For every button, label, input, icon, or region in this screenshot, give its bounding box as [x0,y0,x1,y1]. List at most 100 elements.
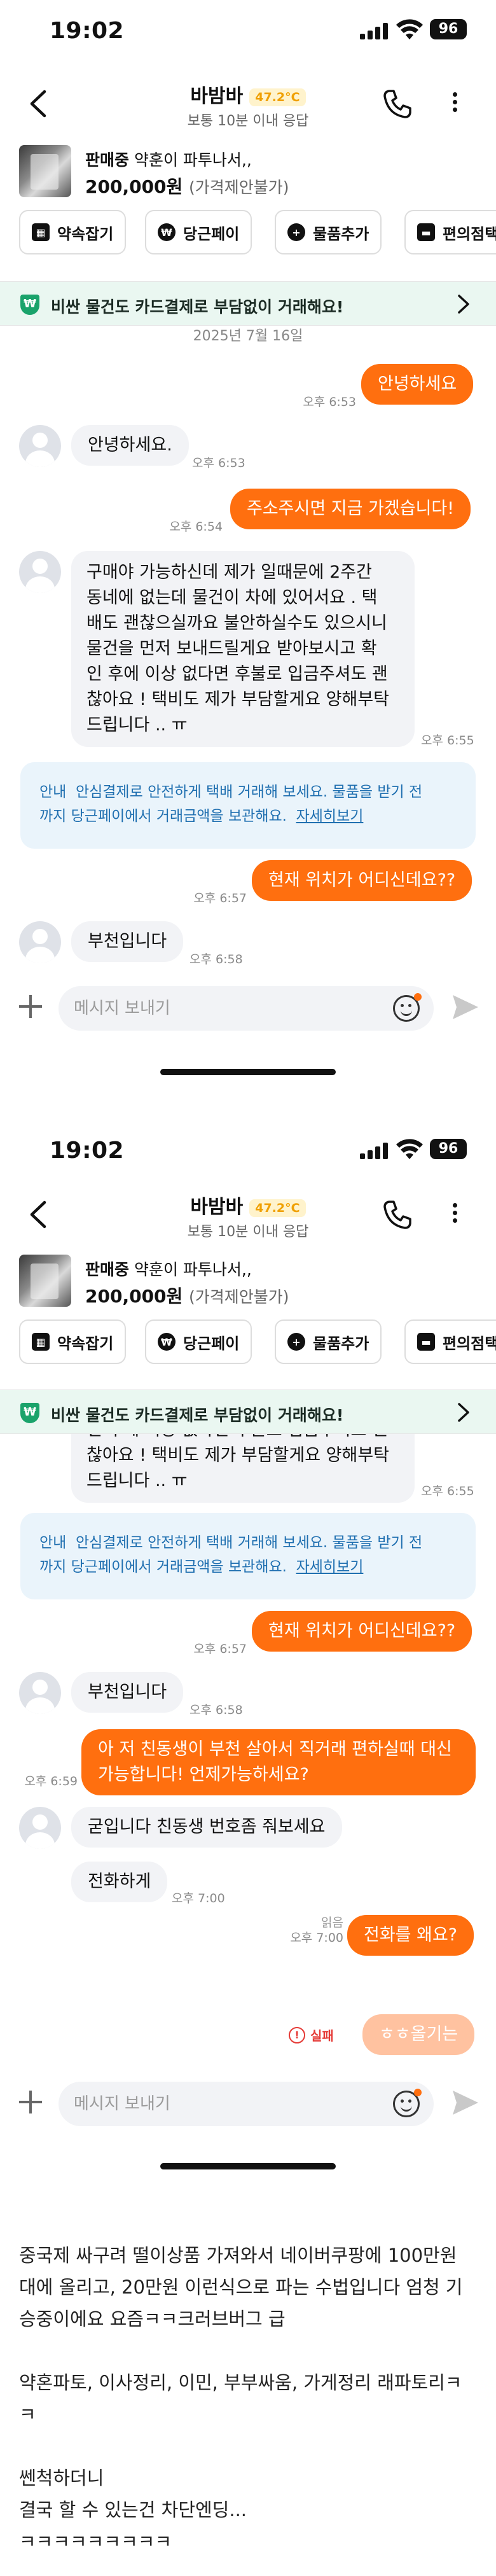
chip-add-item[interactable]: + 물품추가 [275,210,382,254]
message-time: 오후 6:57 [193,891,247,905]
incoming-message: 전화하게 [71,1862,168,1902]
notice-details-link[interactable]: 자세히보기 [296,1559,364,1575]
incoming-message: 안녕하세요. [71,425,189,466]
error-icon: ! [289,2026,305,2043]
chat-partner-title: 바밤바 47.2°C [0,80,496,108]
fail-label: 실패 [310,2028,334,2043]
card-payment-banner[interactable]: ₩ 비싼 물건도 카드결제로 부담없이 거래해요! [0,281,496,326]
price-value: 200,000원 [85,1286,183,1307]
calendar-icon: ▦ [32,223,50,241]
message-line: 드립니다 .. ㅠ [86,1471,188,1491]
message-time: 오후 6:53 [303,395,356,409]
chip-convenience-delivery[interactable]: ▬ 편의점택 [404,210,496,254]
phone-icon[interactable] [382,88,413,120]
action-chips: ▦ 약속잡기 ₩ 당근페이 + 물품추가 ▬ 편의점택 [0,210,496,261]
message-line: 가능합니다! 언제가능하세요? [98,1765,309,1785]
post-paragraph: 약혼파토, 이사정리, 이민, 부부싸움, 가게정리 래파토리ㅋ ㅋ [19,2367,477,2430]
price-note: (가격제안불가) [189,178,289,197]
chip-label: 당근페이 [183,1334,240,1353]
product-thumbnail [19,145,71,197]
message-line: 드립니다 .. ㅠ [86,715,188,735]
action-chips: ▦ 약속잡기 ₩ 당근페이 + 물품추가 ▬ 편의점택 [0,1319,496,1370]
post-line: ㅋ [19,2404,36,2425]
avatar[interactable] [19,1807,61,1849]
home-indicator [160,1069,336,1075]
send-failed-tag[interactable]: ! 실패 [289,2026,334,2044]
wifi-icon [396,1139,423,1159]
chip-convenience-delivery[interactable]: ▬ 편의점택 [404,1319,496,1364]
message-input-wrapper[interactable] [59,2082,434,2126]
product-thumbnail [19,1255,71,1307]
product-summary[interactable]: 판매중 약훈이 파투나서,, 200,000원 (가격제안불가) [0,141,496,205]
post-line: 대에 올리고, 20만원 이런식으로 파는 수법입니다 엄청 기 [19,2276,463,2298]
chip-label: 당근페이 [183,225,240,243]
send-icon[interactable] [450,2088,481,2117]
cellular-signal-icon [360,1143,388,1159]
chip-label: 약속잡기 [57,225,114,243]
chip-karrot-pay[interactable]: ₩ 당근페이 [145,210,252,254]
post-line: 승중이에요 요즘ㅋㅋ크러브버그 급 [19,2308,286,2330]
message-line: 인 후에 이상 없다면 후불로 입금주셔도 괜 [86,1434,399,1443]
chip-appointment[interactable]: ▦ 약속잡기 [19,210,127,254]
notice-text: 안심결제로 안전하게 택배 거래해 보세요. 물품을 받기 전 [75,784,423,800]
avatar[interactable] [19,1672,61,1714]
message-line: 찮아요 ! 택비도 제가 부담할게요 양해부탁 [86,1445,390,1465]
read-receipt: 읽음 [321,1916,343,1930]
status-time: 19:02 [50,1138,125,1164]
emoji-icon[interactable] [393,2089,422,2117]
home-indicator [160,2163,336,2169]
avatar[interactable] [19,551,61,593]
banner-text: 비싼 물건도 카드결제로 부담없이 거래해요! [51,298,344,316]
chip-karrot-pay[interactable]: ₩ 당근페이 [145,1319,252,1364]
message-time: 읽음 오후 7:00 [273,1915,343,1946]
avatar[interactable] [19,425,61,467]
message-input-wrapper[interactable] [59,986,434,1031]
card-payment-banner[interactable]: ₩ 비싼 물건도 카드결제로 부담없이 거래해요! [0,1389,496,1434]
attach-plus-icon[interactable] [17,992,45,1020]
outgoing-message: 주소주시면 지금 가겠습니다! [230,489,471,529]
manner-temperature-badge: 47.2°C [249,1199,306,1217]
avatar[interactable] [19,921,61,963]
partner-name: 바밤바 [190,85,244,108]
message-line: 물건을 먼저 보내드릴게요 받아보시고 확 [86,639,377,658]
message-time: 오후 6:53 [192,456,245,470]
send-icon[interactable] [450,992,481,1022]
failed-outgoing-message[interactable]: ㅎㅎ올기는 [362,2014,475,2055]
message-time: 오후 6:55 [421,1484,474,1498]
notice-text: 까지 당근페이에서 거래금액을 보관해요. [39,808,287,825]
product-summary[interactable]: 판매중 약훈이 파투나서,, 200,000원 (가격제안불가) [0,1251,496,1314]
outgoing-message: 안녕하세요 [361,364,474,405]
status-time: 19:02 [50,18,125,44]
battery-icon: 96 [430,1139,467,1159]
banner-text: 비싼 물건도 카드결제로 부담없이 거래해요! [51,1406,344,1424]
chip-appointment[interactable]: ▦ 약속잡기 [19,1319,127,1364]
chevron-right-icon [458,1403,469,1422]
product-title: 판매중 약훈이 파투나서,, [85,148,252,171]
safe-payment-notice: 안내 안심결제로 안전하게 택배 거래해 보세요. 물품을 받기 전 까지 당근… [20,762,476,849]
phone-icon[interactable] [382,1199,413,1230]
post-body: 중국제 싸구려 떨이상품 가져와서 네이버쿠팡에 100만원 대에 올리고, 2… [19,2239,477,2558]
message-input[interactable] [74,986,373,1031]
chip-add-item[interactable]: + 물품추가 [275,1319,382,1364]
message-composer [0,2069,496,2139]
message-composer [0,973,496,1043]
plus-circle-icon: + [287,223,305,241]
notice-prefix: 안내 [39,784,67,800]
response-time: 보통 10분 이내 응답 [187,113,309,129]
message-time: 오후 6:55 [421,734,474,748]
carrot-pay-icon: ₩ [158,1333,176,1351]
more-menu-icon[interactable] [445,89,464,118]
notice-line: 안내 안심결제로 안전하게 택배 거래해 보세요. 물품을 받기 전 [39,780,457,804]
attach-plus-icon[interactable] [17,2088,45,2116]
post-line: 약혼파토, 이사정리, 이민, 부부싸움, 가게정리 래파토리ㅋ [19,2372,462,2393]
product-price: 200,000원 (가격제안불가) [85,1283,289,1308]
notice-line: 안내 안심결제로 안전하게 택배 거래해 보세요. 물품을 받기 전 [39,1531,457,1555]
message-time: 오후 6:59 [24,1774,78,1788]
message-input[interactable] [74,2082,373,2126]
notice-details-link[interactable]: 자세히보기 [296,808,364,825]
chip-label: 약속잡기 [57,1334,114,1353]
more-menu-icon[interactable] [445,1200,464,1229]
emoji-icon[interactable] [393,993,422,1022]
message-time: 오후 6:57 [193,1642,247,1656]
post-line: 결국 할 수 있는건 차단엔딩... [19,2499,247,2521]
